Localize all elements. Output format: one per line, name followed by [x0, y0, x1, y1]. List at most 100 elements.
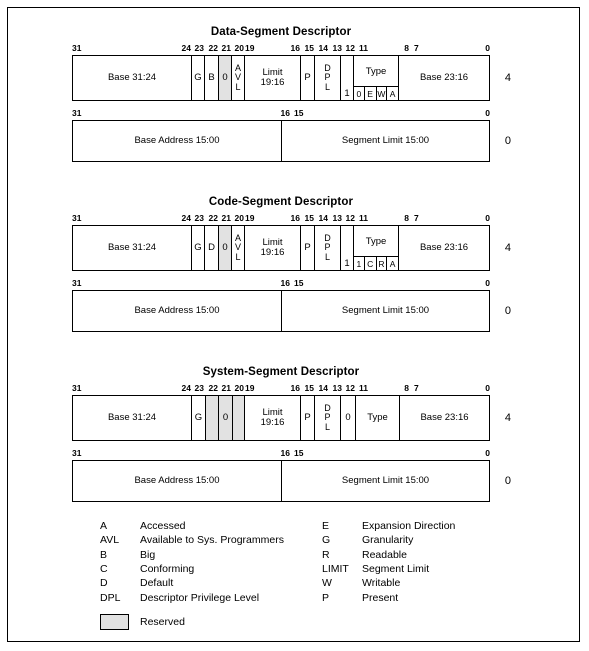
field-type-subfields: 1 C R A: [354, 257, 398, 270]
legend-columns: A Accessed AVL Available to Sys. Program…: [100, 519, 520, 605]
field-present-bit[interactable]: P: [301, 56, 315, 100]
type-bit-writable[interactable]: W: [377, 87, 388, 100]
bit-ruler-upper: 31 24 23 22 21 20 19 16 15 14 13 12 11 8…: [72, 382, 490, 395]
field-reserved-bit-21[interactable]: 0: [219, 226, 232, 270]
field-avl-bits[interactable]: AVL: [232, 56, 245, 100]
field-big-bit[interactable]: B: [205, 56, 219, 100]
field-base-31-24[interactable]: Base 31:24: [73, 226, 192, 270]
field-granularity-bit[interactable]: G: [192, 56, 205, 100]
legend-reserved-key: Reserved: [100, 613, 520, 630]
field-descriptor-type-bit[interactable]: 0: [341, 396, 356, 440]
field-type-group[interactable]: Type 1 C R A: [354, 226, 399, 270]
bit-label-7: 7: [414, 213, 419, 223]
legend-abbr: AVL: [100, 534, 120, 547]
field-descriptor-type-bit[interactable]: 1: [341, 226, 354, 270]
bit-label-31: 31: [72, 448, 82, 458]
field-segment-limit-15-00[interactable]: Segment Limit 15:00: [282, 121, 489, 161]
legend-item: P Present: [322, 590, 455, 604]
field-segment-limit-15-00[interactable]: Segment Limit 15:00: [282, 291, 489, 331]
field-reserved-bits-21-20[interactable]: 0: [219, 396, 233, 440]
field-granularity-bit[interactable]: G: [192, 396, 206, 440]
type-bit-accessed[interactable]: A: [387, 257, 398, 270]
bit-label-20: 20: [234, 383, 244, 393]
bit-label-0: 0: [485, 43, 490, 53]
bit-label-12: 12: [345, 213, 355, 223]
legend-item: C Conforming: [100, 562, 322, 576]
field-reserved-bit-22[interactable]: [206, 396, 219, 440]
legend-desc: Available to Sys. Programmers: [140, 534, 284, 547]
bit-label-0: 0: [485, 108, 490, 118]
field-base-address-15-00[interactable]: Base Address 15:00: [73, 291, 282, 331]
descriptor-title: Code-Segment Descriptor: [208, 196, 354, 208]
word-offset-label: 4: [504, 72, 511, 84]
bit-label-16: 16: [290, 213, 300, 223]
field-segment-limit-15-00[interactable]: Segment Limit 15:00: [282, 461, 489, 501]
field-default-bit[interactable]: D: [205, 226, 219, 270]
type-bit-readable[interactable]: R: [377, 257, 388, 270]
descriptor-block-data-segment: Data-Segment Descriptor 31 24 23 22 21 2…: [72, 26, 512, 162]
bit-label-8: 8: [404, 43, 409, 53]
descriptor-word-low: Base Address 15:00 Segment Limit 15:00 0: [72, 120, 511, 162]
field-base-31-24[interactable]: Base 31:24: [73, 56, 192, 100]
word-offset-label: 0: [504, 135, 511, 147]
field-limit-19-16[interactable]: Limit 19:16: [245, 56, 301, 100]
legend-desc: Expansion Direction: [362, 520, 456, 533]
descriptor-word-high: Base 31:24 G D 0 AVL Limit 19:16 P DPL 1 …: [72, 225, 511, 271]
bit-label-16: 16: [280, 448, 290, 458]
descriptor-word-high: Base 31:24 G B 0 AVL Limit 19:16 P DPL 1 …: [72, 55, 511, 101]
bit-label-16: 16: [290, 383, 300, 393]
bit-ruler-lower: 31 16 15 0: [72, 277, 490, 290]
bit-label-31: 31: [72, 43, 82, 53]
legend-desc: Readable: [362, 548, 407, 561]
type-bit-conforming[interactable]: C: [365, 257, 377, 270]
bit-label-31: 31: [72, 383, 82, 393]
legend-abbr: E: [322, 520, 330, 533]
field-present-bit[interactable]: P: [301, 396, 315, 440]
bit-label-13: 13: [332, 383, 342, 393]
legend-item: AVL Available to Sys. Programmers: [100, 533, 322, 547]
bit-label-23: 23: [194, 213, 204, 223]
bit-ruler-lower: 31 16 15 0: [72, 107, 490, 120]
field-base-31-24[interactable]: Base 31:24: [73, 396, 192, 440]
field-dpl-bits[interactable]: DPL: [315, 56, 341, 100]
descriptor-word-high: Base 31:24 G 0 Limit 19:16 P DPL 0 Type B…: [72, 395, 511, 441]
field-dpl-bits[interactable]: DPL: [315, 396, 341, 440]
field-avl-bits[interactable]: AVL: [232, 226, 245, 270]
bit-label-12: 12: [345, 383, 355, 393]
type-bit-code-flag[interactable]: 1: [354, 257, 365, 270]
field-present-bit[interactable]: P: [301, 226, 315, 270]
legend-column-right: E Expansion Direction G Granularity R Re…: [322, 519, 455, 605]
bit-label-31: 31: [72, 213, 82, 223]
legend-item: E Expansion Direction: [322, 519, 455, 533]
type-bit-expansion[interactable]: E: [365, 87, 377, 100]
field-limit-19-16[interactable]: Limit 19:16: [245, 396, 301, 440]
bit-label-8: 8: [404, 383, 409, 393]
descriptor-word-low: Base Address 15:00 Segment Limit 15:00 0: [72, 460, 511, 502]
field-base-23-16[interactable]: Base 23:16: [399, 56, 489, 100]
field-dpl-bits[interactable]: DPL: [315, 226, 341, 270]
bit-label-0: 0: [485, 448, 490, 458]
bit-label-16: 16: [280, 278, 290, 288]
legend-desc: Accessed: [140, 520, 186, 533]
field-base-address-15-00[interactable]: Base Address 15:00: [73, 461, 282, 501]
field-reserved-bit-20[interactable]: [233, 396, 245, 440]
field-base-23-16[interactable]: Base 23:16: [400, 396, 489, 440]
type-bit-reserved-zero[interactable]: 0: [354, 87, 365, 100]
type-bit-accessed[interactable]: A: [387, 87, 398, 100]
bit-label-15: 15: [294, 448, 304, 458]
field-base-23-16[interactable]: Base 23:16: [399, 226, 489, 270]
bit-label-11: 11: [359, 383, 368, 393]
legend-column-left: A Accessed AVL Available to Sys. Program…: [100, 519, 322, 605]
field-base-address-15-00[interactable]: Base Address 15:00: [73, 121, 282, 161]
field-granularity-bit[interactable]: G: [192, 226, 205, 270]
field-limit-19-16[interactable]: Limit 19:16: [245, 226, 301, 270]
field-reserved-bit-21[interactable]: 0: [219, 56, 232, 100]
word-offset-label: 0: [504, 305, 511, 317]
bit-label-15: 15: [294, 108, 304, 118]
field-type-field[interactable]: Type: [356, 396, 400, 440]
legend-desc: Writable: [362, 577, 401, 590]
field-type-label: Type: [354, 226, 398, 257]
field-type-group[interactable]: Type 0 E W A: [354, 56, 399, 100]
word-offset-label: 4: [504, 412, 511, 424]
field-descriptor-type-bit[interactable]: 1: [341, 56, 354, 100]
